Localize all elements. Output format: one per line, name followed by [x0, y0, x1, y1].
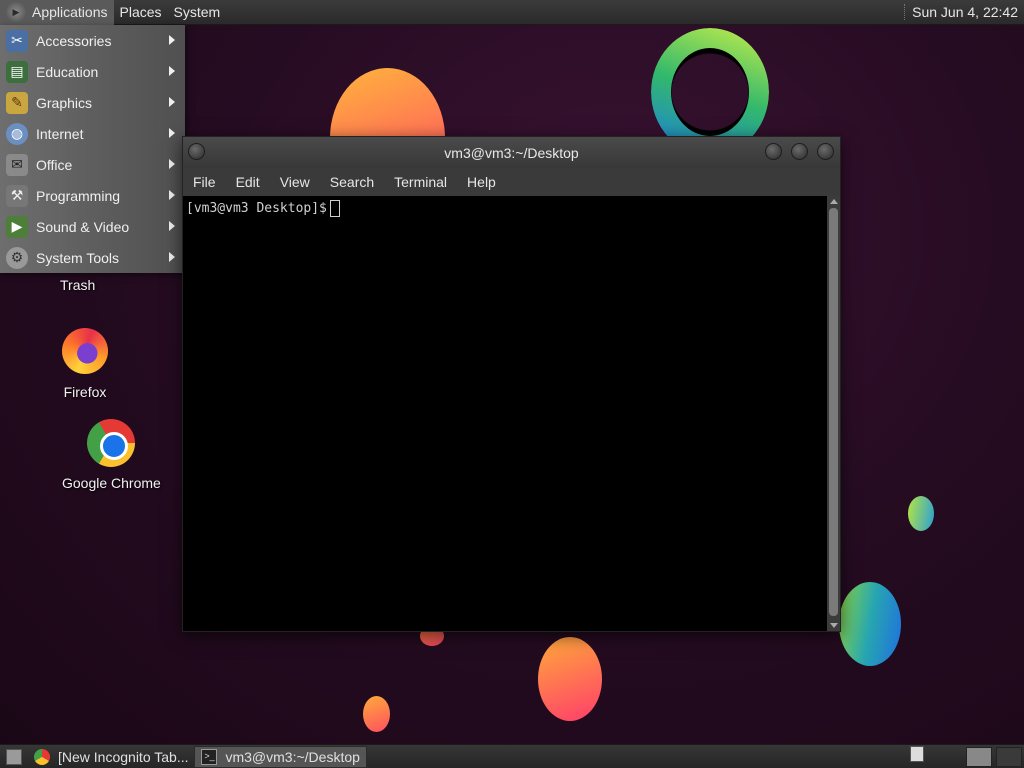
chrome-label: Google Chrome	[62, 475, 161, 491]
panel-separator	[904, 4, 906, 20]
menu-edit[interactable]: Edit	[226, 174, 270, 190]
window-menu-button[interactable]	[188, 143, 205, 160]
menu-file[interactable]: File	[183, 174, 226, 190]
menu-item-label: System Tools	[36, 249, 119, 266]
wallpaper-blob	[538, 637, 602, 721]
programming-icon: ⚒	[6, 184, 28, 207]
menu-item-education[interactable]: ▤ Education	[0, 56, 185, 87]
wallpaper-blob	[908, 496, 934, 531]
maximize-button[interactable]	[791, 143, 808, 160]
taskbar-item-terminal[interactable]: >_ vm3@vm3:~/Desktop	[194, 745, 367, 768]
applications-menu: ✂ Accessories ▤ Education ✎ Graphics ◍ I…	[0, 25, 185, 273]
minimize-button[interactable]	[765, 143, 782, 160]
trash-label: Trash	[60, 277, 96, 293]
terminal-icon: >_	[201, 748, 218, 765]
menu-help[interactable]: Help	[457, 174, 506, 190]
office-icon: ✉	[6, 153, 28, 176]
desktop-icon-firefox[interactable]: Firefox	[62, 328, 108, 400]
places-menu-button[interactable]: Places	[114, 0, 168, 25]
accessories-icon: ✂	[6, 29, 28, 52]
text-cursor	[329, 200, 340, 217]
menu-item-sound-video[interactable]: ▶ Sound & Video	[0, 211, 185, 242]
education-icon: ▤	[6, 60, 28, 83]
chrome-icon	[87, 419, 136, 467]
menu-item-label: Internet	[36, 125, 84, 142]
submenu-arrow-icon	[169, 159, 175, 169]
menu-item-label: Office	[36, 156, 73, 173]
menu-item-office[interactable]: ✉ Office	[0, 149, 185, 180]
show-desktop-icon[interactable]	[6, 748, 22, 765]
submenu-arrow-icon	[169, 190, 175, 200]
sound-video-icon: ▶	[6, 215, 28, 238]
task-label: [New Incognito Tab...	[58, 748, 189, 765]
system-label: System	[173, 4, 221, 20]
menu-item-label: Sound & Video	[36, 218, 130, 235]
window-list-icon[interactable]	[910, 745, 924, 762]
wallpaper-blob	[839, 582, 901, 666]
internet-icon: ◍	[6, 122, 28, 145]
submenu-arrow-icon	[169, 252, 175, 262]
terminal-titlebar[interactable]: vm3@vm3:~/Desktop	[183, 137, 840, 168]
graphics-icon: ✎	[6, 91, 28, 114]
menu-item-graphics[interactable]: ✎ Graphics	[0, 87, 185, 118]
menu-view[interactable]: View	[270, 174, 320, 190]
workspace-2[interactable]	[996, 746, 1022, 767]
submenu-arrow-icon	[169, 128, 175, 138]
applications-menu-button[interactable]: ▶ Applications	[0, 0, 114, 25]
wallpaper-blob	[363, 696, 390, 732]
system-tools-icon: ⚙	[6, 246, 28, 269]
firefox-icon	[62, 328, 108, 374]
task-label: vm3@vm3:~/Desktop	[225, 748, 360, 765]
submenu-arrow-icon	[169, 66, 175, 76]
menu-item-accessories[interactable]: ✂ Accessories	[0, 25, 185, 56]
distro-logo-icon: ▶	[6, 2, 26, 22]
menu-item-label: Education	[36, 63, 99, 80]
terminal-scrollbar[interactable]	[827, 196, 840, 631]
workspace-switcher	[910, 745, 1024, 768]
menu-terminal[interactable]: Terminal	[384, 174, 457, 190]
terminal-output[interactable]: [vm3@vm3 Desktop]$	[183, 196, 828, 631]
close-button[interactable]	[817, 143, 834, 160]
submenu-arrow-icon	[169, 35, 175, 45]
clock[interactable]: Sun Jun 4, 22:42	[912, 4, 1024, 20]
desktop-icon-trash[interactable]: Trash	[60, 277, 95, 293]
terminal-window: vm3@vm3:~/Desktop File Edit View Search …	[182, 136, 841, 632]
menu-item-internet[interactable]: ◍ Internet	[0, 118, 185, 149]
submenu-arrow-icon	[169, 97, 175, 107]
menu-search[interactable]: Search	[320, 174, 384, 190]
firefox-label: Firefox	[63, 384, 107, 400]
workspace-1[interactable]	[966, 746, 992, 767]
menu-item-label: Programming	[36, 187, 121, 204]
submenu-arrow-icon	[169, 221, 175, 231]
chrome-icon	[34, 748, 50, 765]
taskbar-item-chrome[interactable]: [New Incognito Tab...	[28, 746, 194, 768]
menu-item-system-tools[interactable]: ⚙ System Tools	[0, 242, 185, 273]
bottom-panel: [New Incognito Tab... >_ vm3@vm3:~/Deskt…	[0, 744, 1024, 768]
system-menu-button[interactable]: System	[168, 0, 227, 25]
scrollbar-thumb[interactable]	[829, 208, 838, 616]
places-label: Places	[119, 4, 162, 20]
menu-item-label: Accessories	[36, 32, 112, 49]
terminal-title: vm3@vm3:~/Desktop	[444, 144, 579, 161]
menu-item-label: Graphics	[36, 94, 93, 111]
terminal-menubar: File Edit View Search Terminal Help	[183, 168, 840, 196]
menu-item-programming[interactable]: ⚒ Programming	[0, 180, 185, 211]
top-panel: ▶ Applications Places System Sun Jun 4, …	[0, 0, 1024, 25]
applications-label: Applications	[32, 4, 108, 20]
desktop-icon-chrome[interactable]: Google Chrome	[62, 419, 161, 491]
scroll-up-icon[interactable]	[830, 199, 838, 204]
shell-prompt: [vm3@vm3 Desktop]$	[186, 201, 327, 216]
scroll-down-icon[interactable]	[830, 623, 838, 628]
